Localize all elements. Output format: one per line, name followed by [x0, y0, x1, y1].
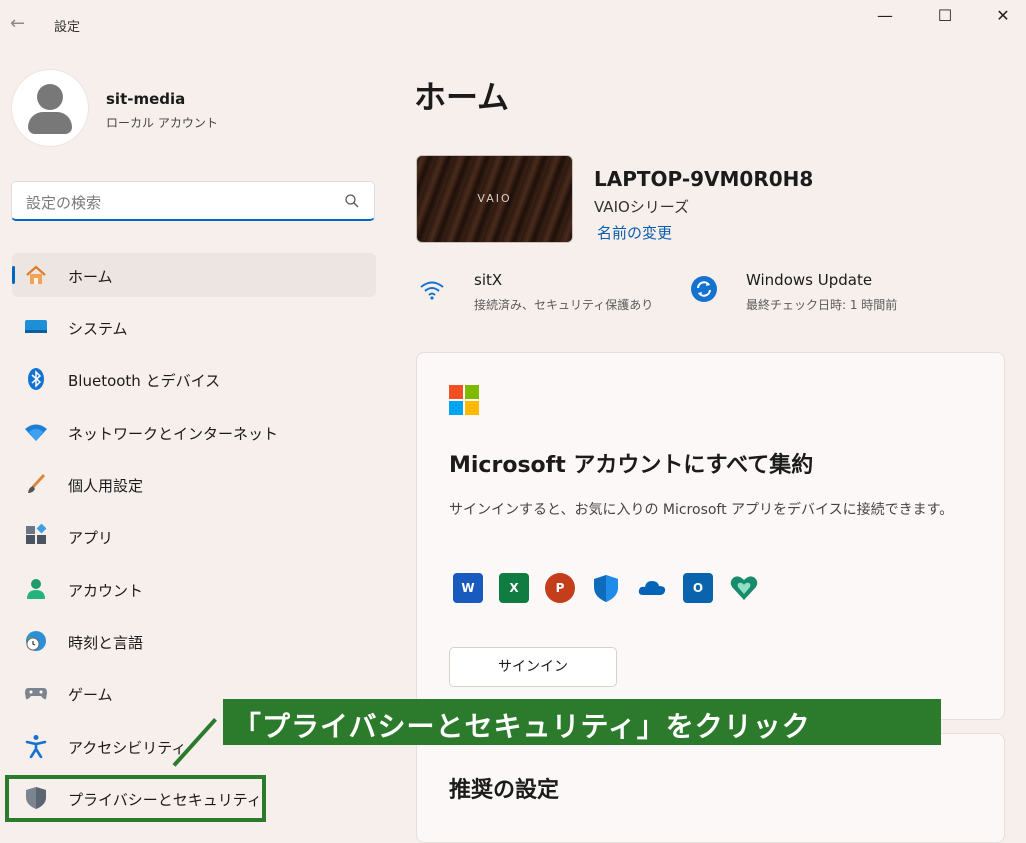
monitor-icon	[25, 320, 47, 333]
person-icon	[27, 579, 45, 599]
minimize-button[interactable]: —	[862, 4, 908, 28]
wifi-status[interactable]: sitX 接続済み、セキュリティ保護あり	[418, 271, 678, 321]
brush-icon	[28, 473, 46, 493]
sidebar-item-time-language[interactable]: 時刻と言語	[12, 619, 376, 663]
sidebar-item-bluetooth[interactable]: Bluetooth とデバイス	[12, 357, 376, 401]
gamepad-icon	[25, 688, 47, 700]
update-title: Windows Update	[746, 271, 873, 289]
sidebar-item-apps[interactable]: アプリ	[12, 514, 376, 558]
device-image: VAIO	[416, 155, 573, 243]
back-arrow-icon[interactable]: ←	[10, 14, 30, 34]
defender-icon	[594, 575, 618, 602]
sidebar-item-home[interactable]: ホーム	[12, 253, 376, 297]
sidebar-item-label: ネットワークとインターネット	[68, 425, 279, 443]
home-icon	[26, 265, 46, 284]
instruction-callout: 「プライバシーとセキュリティ」をクリック	[223, 699, 941, 745]
sidebar-item-label: ゲーム	[68, 686, 113, 704]
clock-globe-icon	[26, 631, 46, 651]
wifi-state: 接続済み、セキュリティ保護あり	[474, 298, 654, 312]
sidebar-item-label: アカウント	[68, 582, 144, 600]
avatar-head	[37, 84, 63, 110]
onedrive-icon	[638, 581, 666, 595]
word-icon: W	[453, 573, 483, 603]
wifi-status-icon	[420, 281, 444, 300]
recommended-settings-card: 推奨の設定	[416, 733, 1005, 843]
device-logo: VAIO	[477, 192, 512, 205]
accessibility-icon	[25, 735, 47, 758]
sidebar-item-system[interactable]: システム	[12, 305, 376, 349]
family-safety-icon	[730, 576, 758, 600]
microsoft-logo-icon	[449, 385, 479, 415]
update-icon	[691, 276, 717, 302]
title-bar: ← 設定 — ☐ ✕	[0, 0, 1026, 48]
update-last-checked: 最終チェック日時: 1 時間前	[746, 298, 898, 312]
search-input[interactable]: 設定の検索	[11, 181, 375, 221]
avatar-body	[28, 112, 72, 134]
card-title: Microsoft アカウントにすべて集約	[449, 453, 814, 478]
sidebar-item-label: 時刻と言語	[68, 634, 144, 652]
user-name: sit-media	[106, 90, 186, 108]
sidebar-item-label: ホーム	[68, 268, 113, 286]
sign-in-button[interactable]: サインイン	[449, 647, 617, 687]
outlook-icon: O	[683, 573, 713, 603]
microsoft-account-card: Microsoft アカウントにすべて集約 サインインすると、お気に入りの Mi…	[416, 352, 1005, 720]
account-type: ローカル アカウント	[106, 116, 218, 130]
sidebar-item-label: Bluetooth とデバイス	[68, 372, 221, 390]
sidebar-item-label: システム	[68, 320, 128, 338]
sidebar-item-network[interactable]: ネットワークとインターネット	[12, 410, 376, 454]
maximize-button[interactable]: ☐	[922, 4, 968, 28]
sidebar-item-label: アプリ	[68, 529, 114, 547]
avatar[interactable]	[12, 70, 88, 146]
powerpoint-icon: P	[545, 573, 575, 603]
excel-icon: X	[499, 573, 529, 603]
wifi-name: sitX	[474, 271, 503, 289]
wifi-icon	[25, 424, 47, 441]
sidebar-item-personalization[interactable]: 個人用設定	[12, 462, 376, 506]
device-series: VAIOシリーズ	[594, 198, 690, 216]
recommended-title: 推奨の設定	[449, 778, 560, 803]
sidebar-item-label: アクセシビリティ	[68, 739, 187, 757]
windows-update-status[interactable]: Windows Update 最終チェック日時: 1 時間前	[690, 271, 950, 321]
app-title: 設定	[54, 20, 81, 35]
close-button[interactable]: ✕	[980, 4, 1026, 28]
page-title: ホーム	[414, 78, 510, 116]
callout-text: 「プライバシーとセキュリティ」をクリック	[233, 710, 811, 743]
card-description: サインインすると、お気に入りの Microsoft アプリをデバイスに接続できま…	[449, 502, 954, 518]
search-placeholder: 設定の検索	[26, 194, 102, 212]
sidebar-item-label: 個人用設定	[68, 477, 144, 495]
selection-indicator	[12, 266, 15, 284]
sidebar-item-accounts[interactable]: アカウント	[12, 567, 376, 611]
apps-icon	[26, 524, 47, 544]
rename-link[interactable]: 名前の変更	[597, 222, 672, 243]
highlight-box	[5, 775, 266, 822]
device-name: LAPTOP-9VM0R0H8	[594, 167, 814, 191]
search-icon	[345, 194, 359, 208]
bluetooth-icon	[28, 368, 44, 390]
